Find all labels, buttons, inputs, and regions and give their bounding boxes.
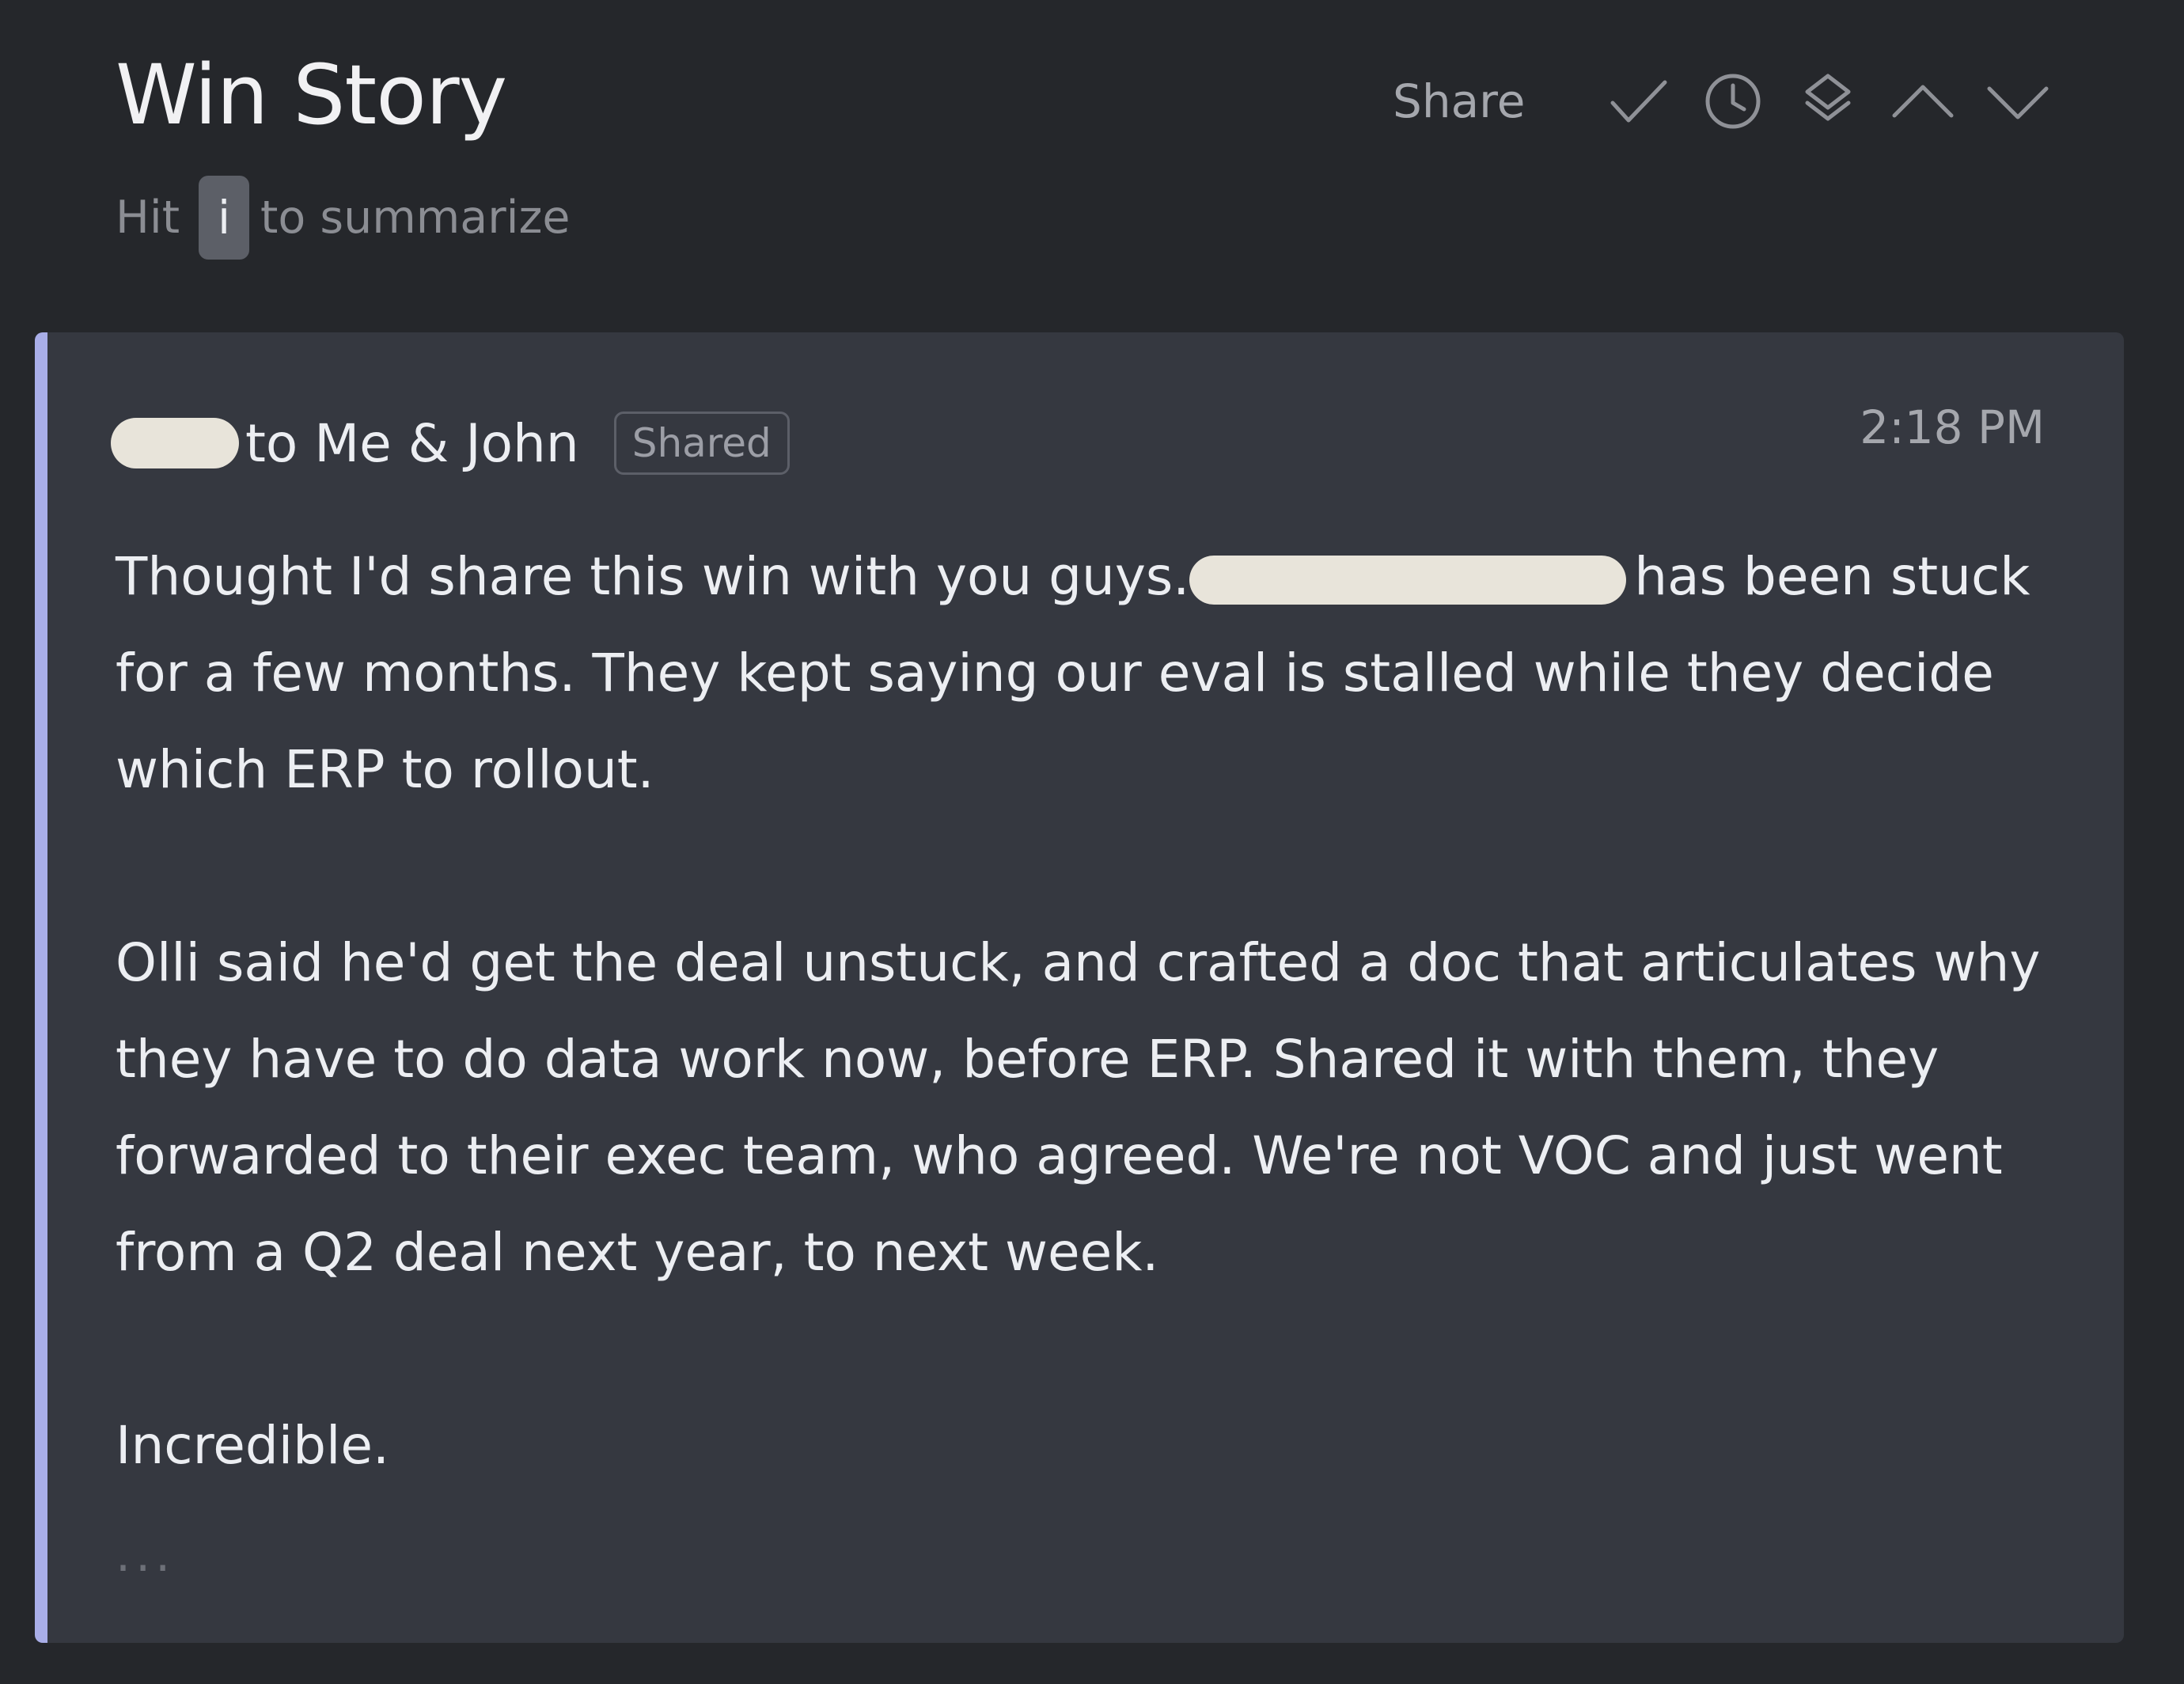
selected-accent-bar <box>35 332 47 1643</box>
hint-prefix: Hit <box>116 192 180 244</box>
summarize-key[interactable]: i <box>199 176 250 260</box>
body-line: which ERP to rollout. <box>116 739 654 800</box>
body-line: Thought I'd share this win with you guys… <box>116 529 2046 625</box>
checkmark-icon[interactable] <box>1602 66 1674 137</box>
share-button[interactable]: Share <box>1393 74 1525 128</box>
message-time: 2:18 PM <box>1860 400 2045 454</box>
hint-suffix: to summarize <box>260 192 571 244</box>
body-line: Incredible. <box>116 1415 389 1476</box>
chevron-up-icon[interactable] <box>1887 66 1958 137</box>
body-line: forwarded to their exec team, who agreed… <box>116 1125 2003 1186</box>
email-view: Win Story Hit i to summarize Share to Me… <box>0 0 2184 1684</box>
show-more-ellipsis[interactable]: ... <box>116 1527 175 1583</box>
chevron-down-icon[interactable] <box>1982 66 2053 137</box>
shared-badge: Shared <box>613 412 790 475</box>
body-line: from a Q2 deal next year, to next week. <box>116 1222 1159 1283</box>
thread-title: Win Story <box>116 47 507 143</box>
clock-icon[interactable] <box>1697 66 1769 137</box>
body-line: Olli said he'd get the deal unstuck, and… <box>116 932 2041 993</box>
recipients: to Me & John <box>245 412 579 474</box>
body-text: has been stuck <box>1634 546 2030 607</box>
layers-icon[interactable] <box>1792 66 1864 137</box>
body-text: Thought I'd share this win with you guys… <box>116 546 1190 607</box>
message-header: to Me & John Shared <box>111 396 790 491</box>
thread-toolbar: Share <box>1393 57 2077 146</box>
message-card[interactable]: to Me & John Shared 2:18 PM Thought I'd … <box>35 332 2124 1643</box>
summarize-hint: Hit i to summarize <box>116 176 570 260</box>
message-body: Thought I'd share this win with you guys… <box>116 529 2046 1494</box>
body-line: for a few months. They kept saying our e… <box>116 643 1994 704</box>
body-line: they have to do data work now, before ER… <box>116 1029 1939 1090</box>
redacted-company <box>1189 555 1627 605</box>
redacted-sender <box>111 418 239 468</box>
